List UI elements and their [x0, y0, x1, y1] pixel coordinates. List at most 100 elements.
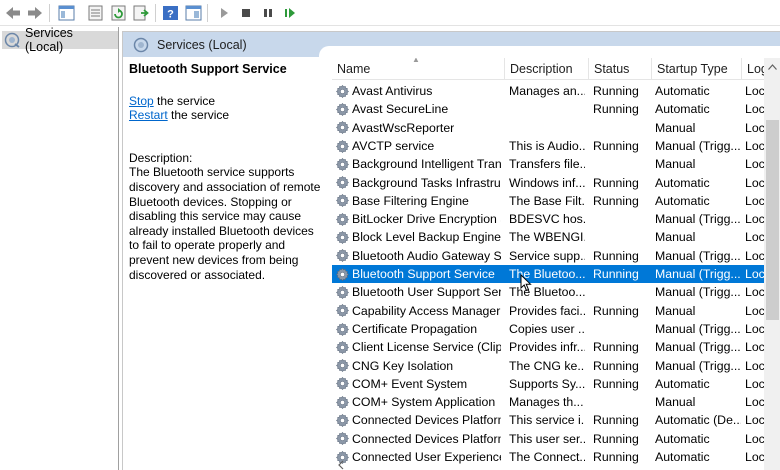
- column-header-name[interactable]: ▲ Name: [332, 58, 505, 80]
- restart-link[interactable]: Restart: [129, 108, 168, 122]
- scroll-left-arrow-icon[interactable]: [336, 460, 346, 470]
- service-row[interactable]: COM+ System Application Manages th... Manu…: [332, 393, 764, 411]
- service-status: [593, 210, 653, 228]
- service-row[interactable]: Connected Devices Platform ... This servi…: [332, 411, 764, 429]
- service-name-cell: Client License Service (ClipSV: [334, 338, 501, 356]
- service-row[interactable]: Bluetooth User Support Serv...The Blueto…: [332, 283, 764, 301]
- service-row[interactable]: Connected Devices Platform ... This user …: [332, 430, 764, 448]
- service-row[interactable]: Bluetooth Support Service The Bluetoo... R…: [332, 265, 764, 284]
- service-status: [593, 119, 653, 137]
- service-startup-type: Automatic: [655, 84, 710, 98]
- description-label: Description:: [129, 150, 193, 165]
- console-tree: Services (Local): [0, 26, 119, 470]
- column-description-label: Description: [510, 62, 573, 76]
- service-name-cell: CNG Key Isolation: [334, 357, 501, 375]
- service-status: [593, 320, 653, 338]
- service-row[interactable]: Background Intelligent Tran... Transfers …: [332, 155, 764, 173]
- service-startup-type: Automatic: [655, 175, 710, 190]
- refresh-icon[interactable]: [108, 3, 128, 23]
- view-icon[interactable]: [183, 3, 203, 23]
- service-startup-type: Manual: [655, 120, 696, 135]
- forward-arrow-icon[interactable]: [25, 3, 45, 23]
- column-header-description[interactable]: Description: [505, 58, 589, 80]
- services-icon: [4, 32, 20, 48]
- service-row[interactable]: AvastWscReporter Manual Loc: [332, 119, 764, 137]
- service-status: [593, 155, 653, 173]
- scroll-thumb[interactable]: [766, 120, 779, 320]
- service-row[interactable]: Certificate Propagation Copies user ... Ma…: [332, 320, 764, 338]
- properties-icon[interactable]: [85, 3, 105, 23]
- service-row[interactable]: Base Filtering Engine The Base Filt... Run…: [332, 192, 764, 210]
- service-name-cell: Connected Devices Platform ...: [334, 411, 501, 429]
- service-row[interactable]: AVCTP service This is Audio... Running Manu…: [332, 137, 764, 155]
- gear-icon: [334, 339, 350, 355]
- start-service-icon[interactable]: [214, 3, 234, 23]
- gear-icon: [334, 211, 350, 227]
- service-startup-type: Automatic: [655, 431, 710, 446]
- service-name: Capability Access Manager S...: [352, 303, 501, 318]
- service-log-on-as: Loc: [745, 431, 764, 446]
- service-status: Running: [593, 248, 639, 263]
- gear-icon: [334, 120, 350, 136]
- gear-icon: [334, 376, 350, 392]
- service-name-cell: Certificate Propagation: [334, 320, 501, 338]
- service-name-cell: COM+ Event System: [334, 375, 501, 393]
- service-name: Bluetooth User Support Serv...: [352, 285, 501, 300]
- column-startup-label: Startup Type: [657, 62, 728, 76]
- service-description: Provides faci...: [509, 303, 585, 318]
- scroll-up-arrow-icon[interactable]: [764, 58, 780, 75]
- service-row[interactable]: Avast Antivirus Manages an... Running Autom…: [332, 82, 764, 100]
- tree-item-services-local[interactable]: Services (Local): [2, 26, 118, 54]
- toolbar: ?: [0, 0, 780, 26]
- service-description: BDESVC hos...: [509, 212, 585, 227]
- service-startup-type: Manual: [655, 230, 696, 245]
- service-description: The CNG ke...: [509, 358, 585, 373]
- horizontal-scrollbar[interactable]: [332, 460, 764, 470]
- service-description: Provides infr...: [509, 340, 585, 355]
- service-row[interactable]: COM+ Event System Supports Sy... Running Au…: [332, 375, 764, 393]
- service-status: Running: [593, 431, 639, 446]
- service-name: COM+ System Application: [352, 395, 496, 410]
- service-row[interactable]: Background Tasks Infrastruc... Windows in…: [332, 174, 764, 192]
- stop-action: Stop the service: [129, 94, 323, 109]
- service-name-cell: Background Tasks Infrastruc...: [334, 174, 501, 192]
- service-name: Bluetooth Audio Gateway Se...: [352, 248, 501, 263]
- service-status: Running: [593, 340, 639, 355]
- service-row[interactable]: Capability Access Manager S... Provides f…: [332, 302, 764, 320]
- column-header-log-on-as[interactable]: Log: [742, 58, 764, 80]
- service-row[interactable]: Bluetooth Audio Gateway Se... Service sup…: [332, 247, 764, 265]
- export-list-icon[interactable]: [131, 3, 151, 23]
- column-header-startup-type[interactable]: Startup Type: [652, 58, 742, 80]
- sort-ascending-icon: ▲: [412, 58, 420, 64]
- service-startup-type: Manual (Trigg...: [655, 267, 741, 281]
- gear-icon: [334, 175, 350, 191]
- service-log-on-as: Loc: [745, 358, 764, 373]
- service-log-on-as: Loc: [745, 138, 764, 153]
- help-icon[interactable]: ?: [160, 3, 180, 23]
- service-row[interactable]: BitLocker Drive Encryption S... BDESVC ho…: [332, 210, 764, 228]
- service-row[interactable]: Client License Service (ClipSV Provides i…: [332, 338, 764, 356]
- gear-icon: [334, 321, 350, 337]
- service-startup-type: Manual: [655, 395, 696, 410]
- service-row[interactable]: Block Level Backup Engine S... The WBENGI…: [332, 228, 764, 246]
- service-row[interactable]: CNG Key Isolation The CNG ke... Running Man…: [332, 357, 764, 375]
- service-status: [593, 393, 653, 411]
- service-startup-type: Manual: [655, 303, 696, 318]
- stop-service-icon[interactable]: [236, 3, 256, 23]
- column-header-status[interactable]: Status: [589, 58, 652, 80]
- vertical-scrollbar[interactable]: [764, 58, 780, 470]
- show-hide-tree-icon[interactable]: [56, 3, 76, 23]
- service-status: Running: [593, 175, 639, 190]
- pause-service-icon[interactable]: [258, 3, 278, 23]
- service-name-cell: Capability Access Manager S...: [334, 302, 501, 320]
- restart-action: Restart the service: [129, 108, 323, 123]
- service-startup-type: Automatic: [655, 193, 710, 208]
- gear-icon: [334, 431, 350, 447]
- service-row[interactable]: Avast SecureLine Running Automatic Loc: [332, 100, 764, 118]
- stop-link[interactable]: Stop: [129, 94, 154, 108]
- back-arrow-icon[interactable]: [3, 3, 23, 23]
- gear-icon: [334, 101, 350, 117]
- resume-service-icon[interactable]: [280, 3, 300, 23]
- service-startup-type: Manual (Trigg...: [655, 248, 741, 263]
- pane-title: Services (Local): [157, 37, 247, 52]
